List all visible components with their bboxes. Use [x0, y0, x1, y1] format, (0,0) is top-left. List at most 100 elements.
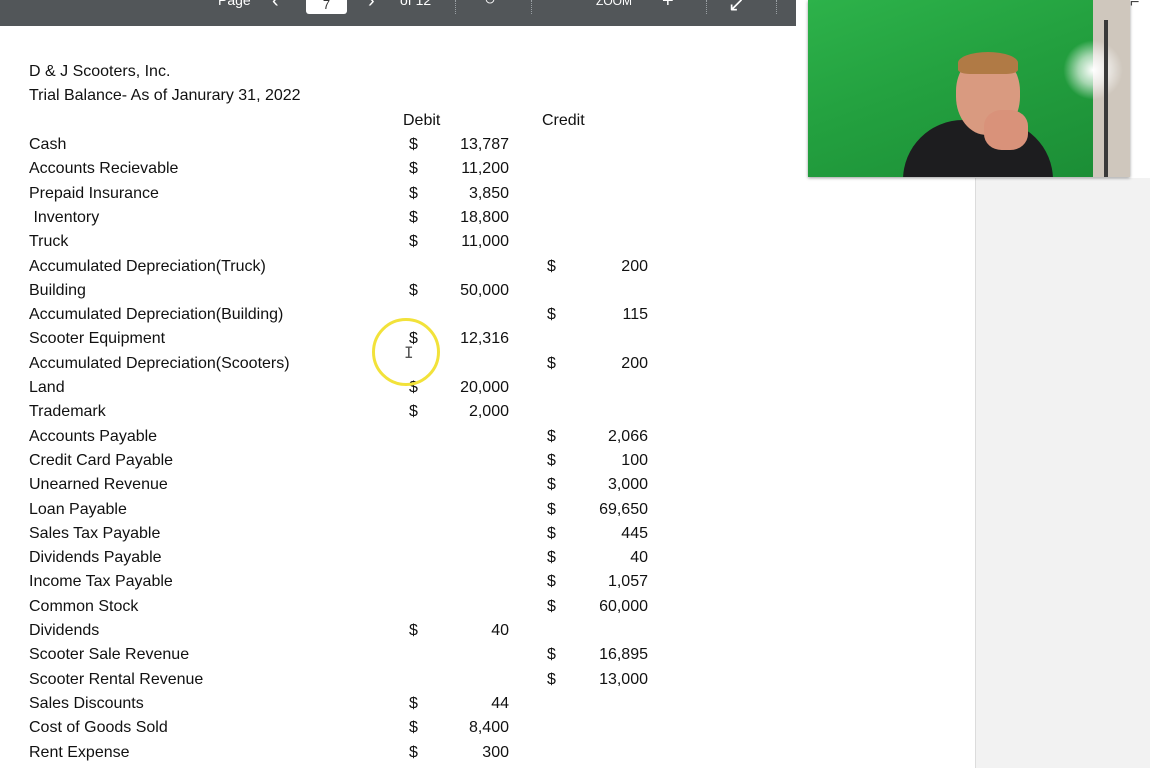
- debit-amount: 13,787: [460, 136, 509, 153]
- debit-dollar-sign: $: [409, 233, 418, 251]
- credit-amount: 115: [622, 306, 648, 324]
- credit-dollar-sign: $: [547, 573, 556, 591]
- account-name: Inventory: [29, 208, 100, 226]
- account-name: Building: [29, 281, 86, 299]
- chevron-left-icon[interactable]: ‹: [272, 0, 279, 13]
- table-row: Sales Discounts $44: [0, 695, 700, 719]
- credit-dollar-sign: $: [547, 500, 556, 518]
- credit-dollar-sign: $: [547, 476, 556, 494]
- account-name: Accumulated Depreciation(Scooters): [29, 354, 290, 372]
- credit-dollar-sign: $: [547, 451, 556, 469]
- account-name: Trademark: [29, 403, 106, 421]
- toolbar-divider: [531, 0, 532, 14]
- account-name: Truck: [29, 233, 69, 251]
- table-row: Cost of Goods Sold $8,400: [0, 719, 700, 743]
- page-number-input[interactable]: 7: [306, 0, 347, 14]
- credit-dollar-sign: $: [547, 549, 556, 567]
- debit-dollar-sign: $: [409, 694, 418, 712]
- account-name: Cost of Goods Sold: [29, 719, 168, 737]
- credit-dollar-sign: $: [547, 257, 556, 275]
- debit-amount: 44: [491, 694, 509, 712]
- credit-amount: 445: [621, 524, 648, 542]
- credit-dollar-sign: $: [547, 354, 556, 372]
- credit-amount: 200: [621, 354, 648, 372]
- account-name: Income Tax Payable: [29, 573, 173, 591]
- account-name: Sales Tax Payable: [29, 524, 161, 542]
- credit-dollar-sign: $: [547, 306, 556, 324]
- table-row: Accounts Recievable $11,200: [0, 160, 700, 184]
- account-name: Scooter Sale Revenue: [29, 646, 190, 664]
- debit-dollar-sign: $: [409, 184, 418, 202]
- debit-dollar-sign: $: [409, 403, 418, 421]
- webcam-presenter-hair: [958, 52, 1018, 74]
- webcam-overlay: [808, 0, 1130, 177]
- credit-amount: 40: [630, 549, 648, 567]
- credit-amount: 100: [621, 451, 648, 469]
- credit-amount: 3,000: [607, 476, 648, 494]
- toolbar-divider: [455, 0, 456, 14]
- page-total: of 12: [400, 0, 432, 8]
- table-row: Building $50,000: [0, 282, 700, 306]
- debit-header: Debit: [403, 112, 441, 129]
- debit-amount: 2,000: [468, 403, 509, 421]
- table-row: Inventory $18,800: [0, 209, 700, 233]
- table-row: Trademark $2,000: [0, 403, 700, 427]
- debit-dollar-sign: $: [409, 208, 418, 226]
- table-row: Common Stock $60,000: [0, 598, 700, 622]
- report-title: Trial Balance- As of Janurary 31, 2022: [29, 87, 301, 104]
- table-row: Accumulated Depreciation(Building) $115: [0, 306, 700, 330]
- credit-amount: 200: [621, 257, 648, 275]
- account-name: Accounts Recievable: [29, 160, 179, 178]
- webcam-light: [1063, 40, 1123, 100]
- credit-amount: 69,650: [599, 500, 648, 518]
- debit-amount: 50,000: [460, 281, 509, 299]
- debit-dollar-sign: $: [409, 281, 418, 299]
- debit-amount: 8,400: [468, 719, 509, 737]
- debit-amount: 40: [491, 622, 509, 639]
- credit-dollar-sign: $: [547, 597, 556, 615]
- credit-amount: 60,000: [599, 597, 648, 615]
- toolbar-divider: [706, 0, 707, 14]
- account-name: Credit Card Payable: [29, 451, 174, 469]
- debit-dollar-sign: $: [409, 136, 418, 153]
- account-name: Unearned Revenue: [29, 476, 168, 494]
- table-row: Rent Expense $300: [0, 744, 700, 768]
- account-name: Common Stock: [29, 597, 139, 615]
- toolbar-divider: [776, 0, 777, 14]
- table-row: Unearned Revenue $3,000: [0, 476, 700, 500]
- debit-dollar-sign: $: [409, 719, 418, 737]
- table-row: Scooter Sale Revenue $16,895: [0, 646, 700, 670]
- credit-amount: 2,066: [607, 427, 648, 445]
- table-row: Credit Card Payable $100: [0, 452, 700, 476]
- account-name: Accounts Payable: [29, 427, 158, 445]
- pdf-toolbar: Page ‹ 7 › of 12 ○ ZOOM + ↙: [0, 0, 796, 26]
- debit-amount: 20,000: [460, 379, 509, 396]
- webcam-light-stand: [1104, 20, 1108, 177]
- credit-dollar-sign: $: [547, 524, 556, 542]
- company-name: D & J Scooters, Inc.: [29, 63, 171, 80]
- credit-dollar-sign: $: [547, 646, 556, 664]
- account-name: Scooter Equipment: [29, 330, 166, 348]
- credit-dollar-sign: $: [547, 670, 556, 688]
- credit-amount: 1,057: [607, 573, 648, 591]
- table-row: Scooter Rental Revenue $13,000: [0, 671, 700, 695]
- expand-icon[interactable]: ↙: [728, 0, 745, 17]
- table-row: Land $20,000: [0, 379, 700, 403]
- zoom-in-icon[interactable]: +: [662, 0, 674, 13]
- refresh-icon[interactable]: ○: [484, 0, 496, 11]
- table-row: Loan Payable $69,650: [0, 501, 700, 525]
- credit-dollar-sign: $: [547, 427, 556, 445]
- account-name: Loan Payable: [29, 500, 127, 518]
- account-name: Rent Expense: [29, 743, 130, 761]
- account-name: Sales Discounts: [29, 694, 144, 712]
- page-label: Page: [218, 0, 251, 8]
- debit-amount: 11,200: [461, 160, 509, 178]
- zoom-label: ZOOM: [596, 0, 632, 8]
- chevron-right-icon[interactable]: ›: [368, 0, 375, 13]
- table-row: Accumulated Depreciation(Scooters) $200: [0, 355, 700, 379]
- debit-amount: 3,850: [468, 184, 509, 202]
- table-row: Accumulated Depreciation(Truck) $200: [0, 258, 700, 282]
- fullscreen-icon[interactable]: ⌐: [1130, 0, 1139, 12]
- debit-dollar-sign: $: [409, 743, 418, 761]
- credit-header: Credit: [542, 112, 585, 129]
